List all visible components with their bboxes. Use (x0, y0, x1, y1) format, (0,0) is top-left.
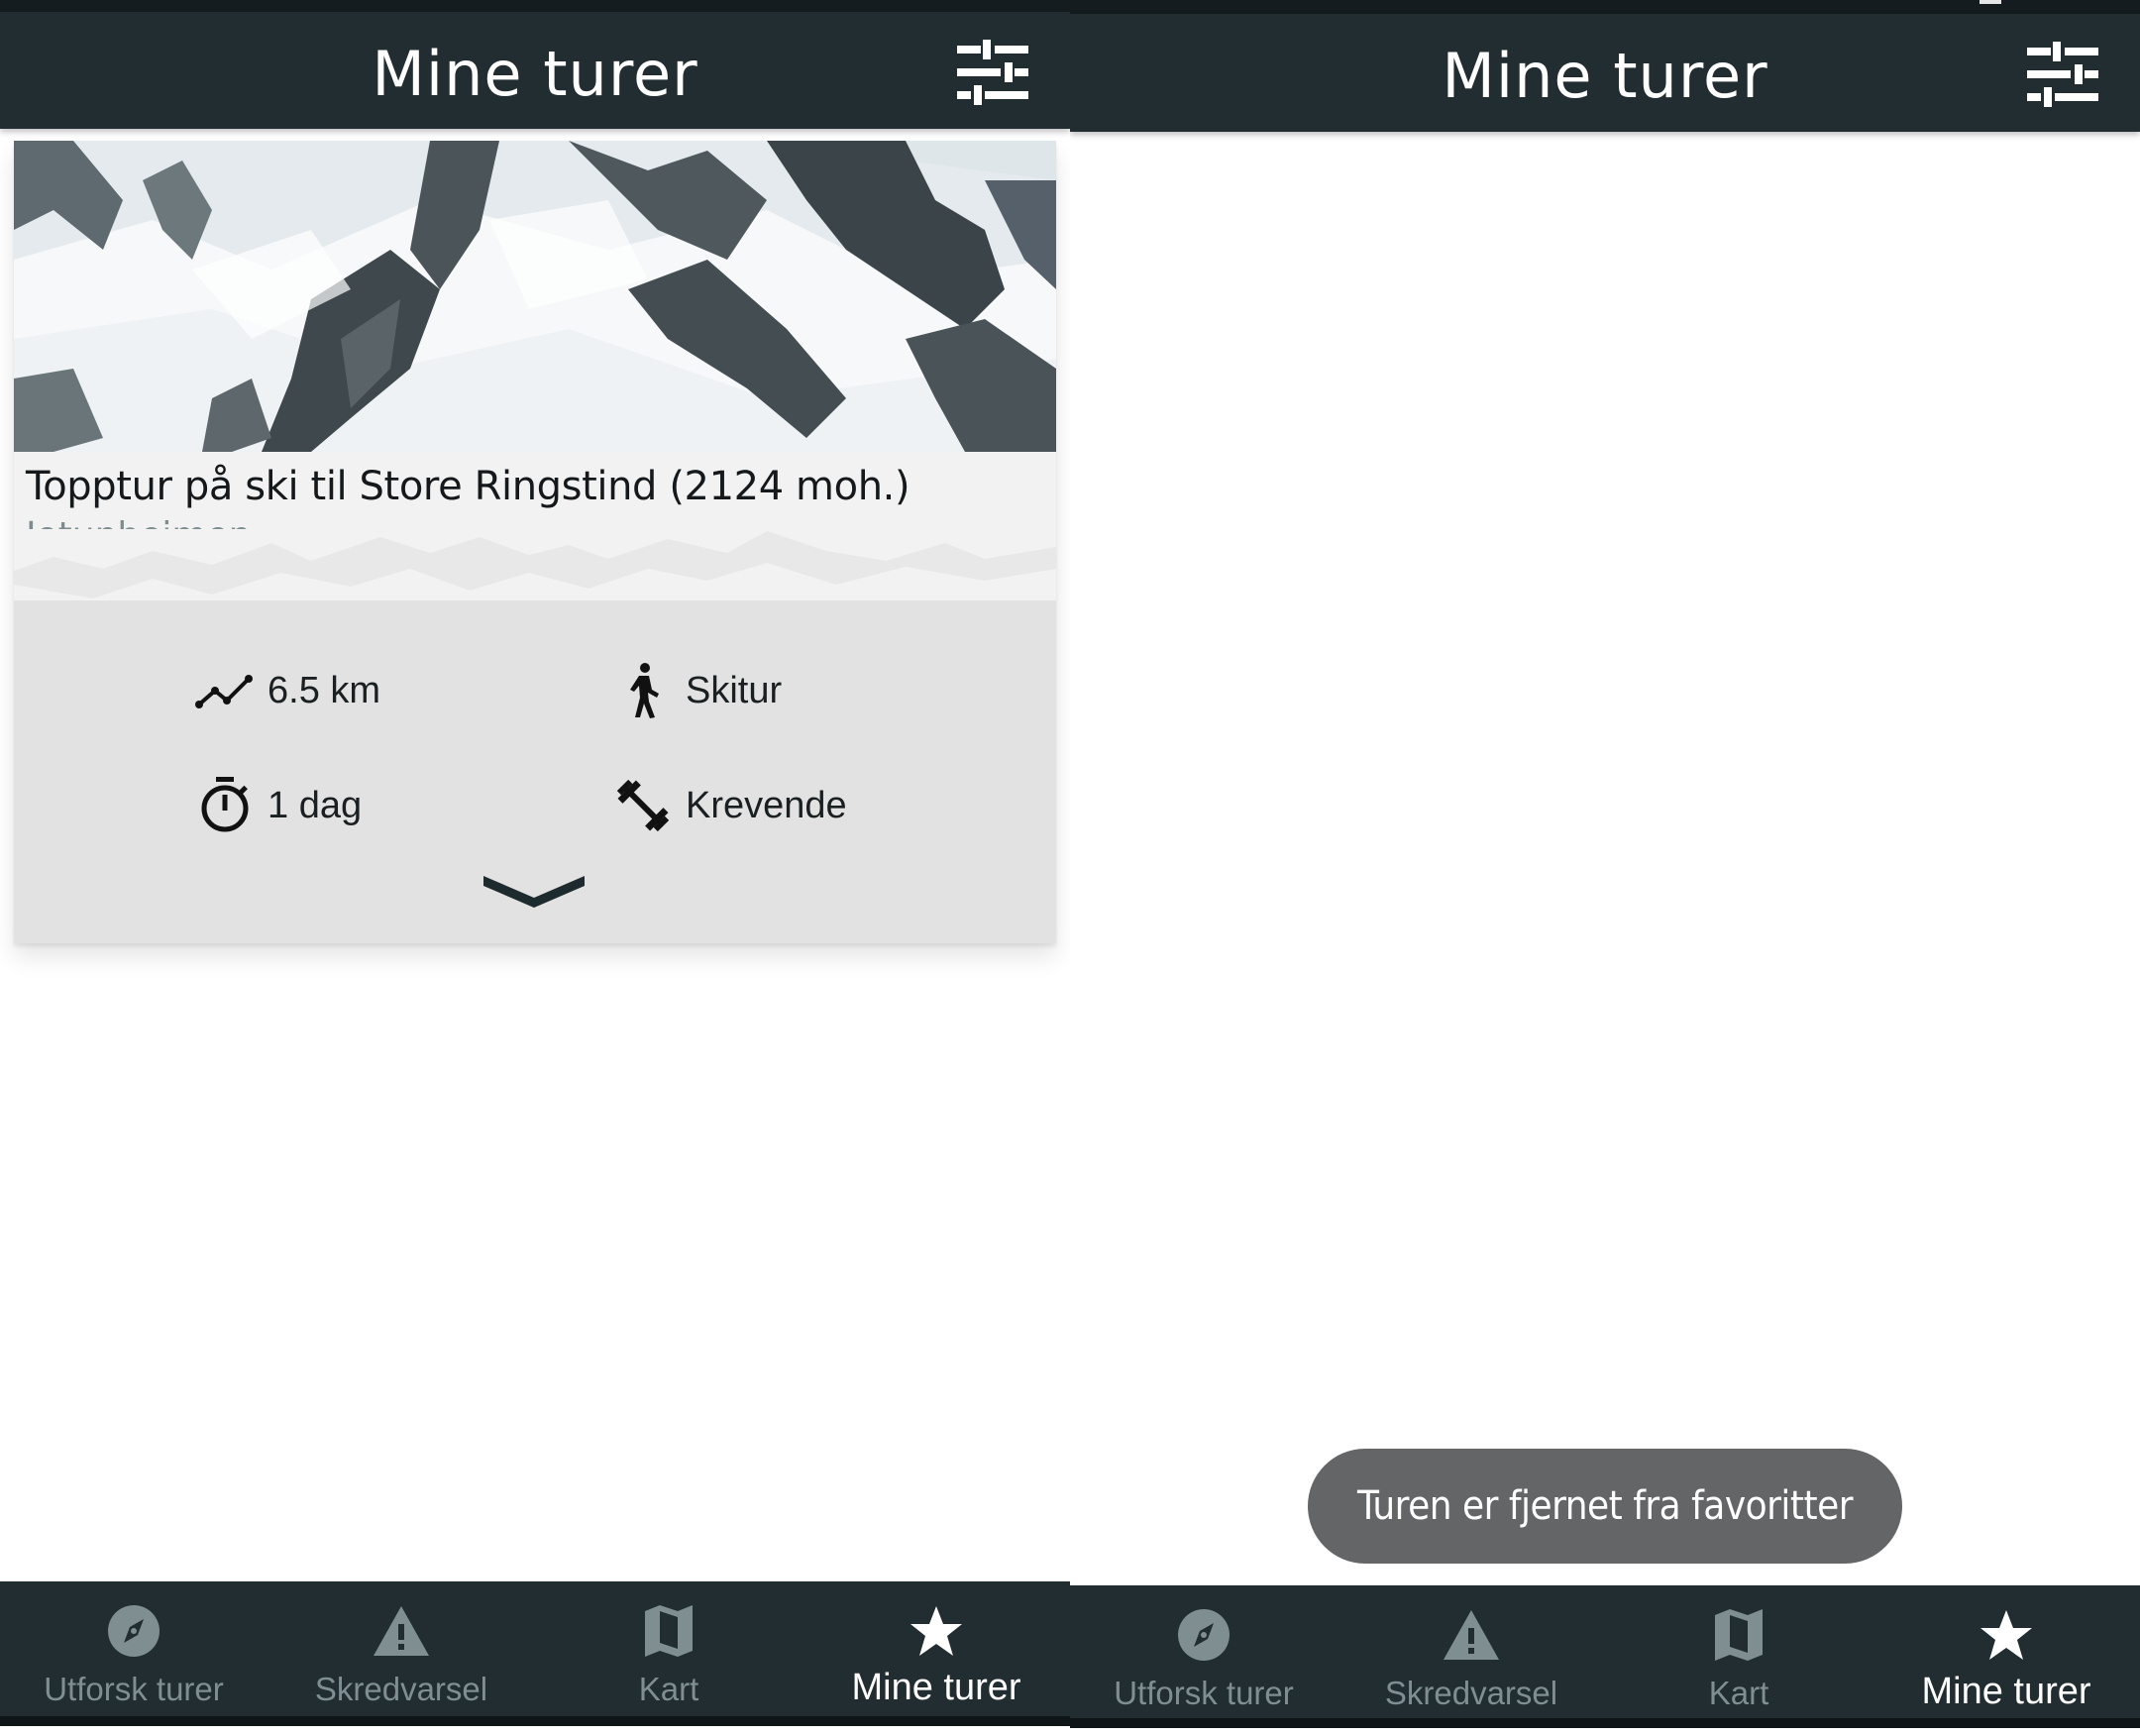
star-icon (905, 1599, 968, 1663)
nav-avalanche-warning-label: Skredvarsel (1384, 1675, 1558, 1711)
star-icon (1975, 1603, 2038, 1667)
stat-distance-label: 6.5 km (268, 669, 381, 711)
nav-bar-base (0, 1716, 1070, 1726)
hiker-icon (612, 660, 674, 721)
page-title: Mine turer (372, 38, 698, 110)
stat-duration-label: 1 dag (268, 784, 363, 826)
stat-trip-type: Skitur (612, 660, 782, 721)
nav-my-trips[interactable]: Mine turer (802, 1581, 1070, 1726)
nav-map-label: Kart (638, 1671, 699, 1707)
bottom-navigation: Utforsk turer Skredvarsel Kart Mine ture… (0, 1581, 1070, 1726)
nav-avalanche-warning-label: Skredvarsel (314, 1671, 488, 1707)
chevron-down-icon[interactable] (480, 864, 588, 914)
nav-my-trips[interactable]: Mine turer (1872, 1585, 2140, 1730)
page-title: Mine turer (1442, 40, 1768, 112)
nav-my-trips-label: Mine turer (1921, 1671, 2091, 1712)
nav-avalanche-warning[interactable]: Skredvarsel (268, 1581, 535, 1726)
bottom-navigation: Utforsk turer Skredvarsel Kart Mine ture… (1070, 1585, 2140, 1728)
tune-icon[interactable] (957, 40, 1028, 105)
trip-card[interactable]: Topptur på ski til Store Ringstind (2124… (14, 141, 1056, 943)
nav-map[interactable]: Kart (1605, 1585, 1872, 1730)
stat-distance: 6.5 km (194, 660, 380, 721)
dumbbell-icon (612, 775, 674, 836)
nav-map-label: Kart (1708, 1675, 1769, 1711)
route-icon (194, 660, 256, 721)
nav-bar-base (1070, 1718, 2140, 1728)
snackbar-toast: Turen er fjernet fra favoritter (1308, 1449, 1902, 1564)
status-indicator (1980, 0, 2001, 4)
map-icon (1707, 1603, 1770, 1667)
status-bar (1070, 0, 2140, 14)
stat-trip-type-label: Skitur (686, 669, 783, 711)
stat-difficulty-label: Krevende (686, 784, 847, 826)
nav-explore-trips-label: Utforsk turer (1114, 1675, 1294, 1711)
screen-my-trips: Mine turer Topptur på ski til Store Ring… (0, 0, 1070, 1736)
compass-icon (1172, 1603, 1235, 1667)
nav-my-trips-label: Mine turer (851, 1667, 1021, 1708)
warning-icon (1440, 1603, 1503, 1667)
screen-my-trips-empty: Mine turer Turen er fjernet fra favoritt… (1070, 0, 2140, 1736)
stopwatch-icon (194, 775, 256, 836)
nav-map[interactable]: Kart (535, 1581, 802, 1726)
stat-duration: 1 dag (194, 775, 362, 836)
nav-explore-trips-label: Utforsk turer (44, 1671, 224, 1707)
nav-explore-trips[interactable]: Utforsk turer (1070, 1585, 1338, 1730)
mountain-ridge-decoration (14, 529, 1056, 598)
trip-photo (14, 141, 1056, 452)
compass-icon (102, 1599, 165, 1663)
nav-explore-trips[interactable]: Utforsk turer (0, 1581, 268, 1726)
app-bar: Mine turer (1070, 14, 2140, 132)
trip-title: Topptur på ski til Store Ringstind (2124… (26, 464, 910, 509)
tune-icon[interactable] (2027, 42, 2098, 107)
app-bar: Mine turer (0, 12, 1070, 129)
warning-icon (370, 1599, 433, 1663)
nav-avalanche-warning[interactable]: Skredvarsel (1338, 1585, 1605, 1730)
map-icon (637, 1599, 700, 1663)
stat-difficulty: Krevende (612, 775, 847, 836)
status-bar (0, 0, 1070, 12)
